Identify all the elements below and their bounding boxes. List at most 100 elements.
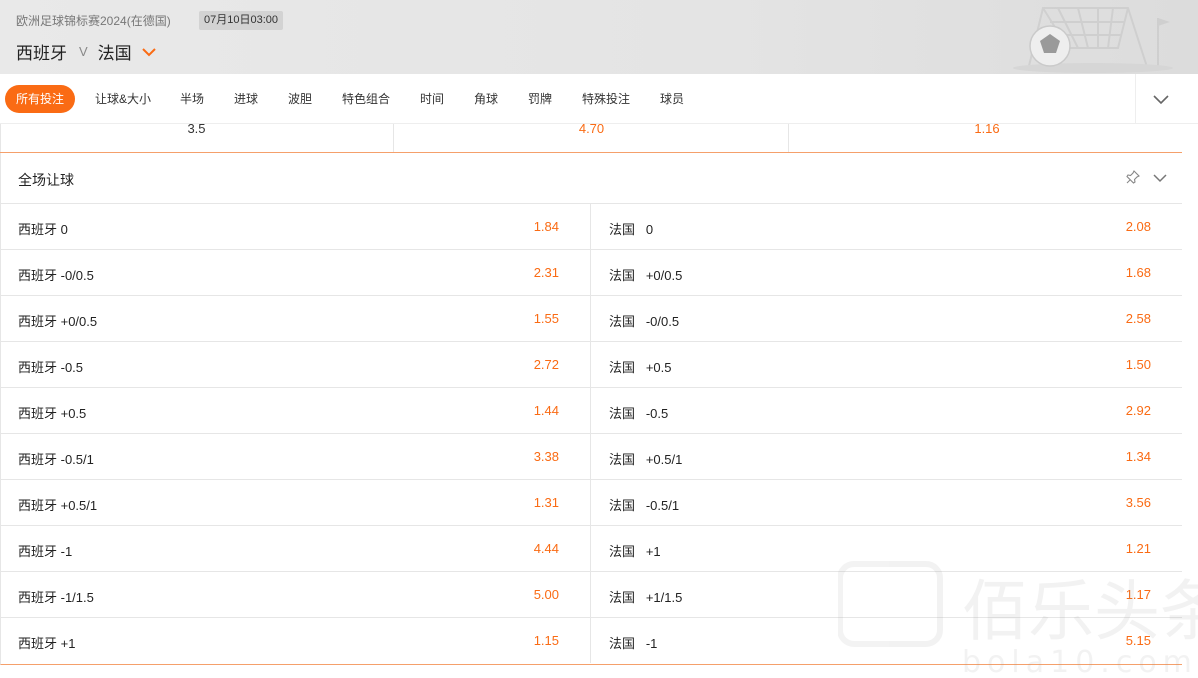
market-header[interactable]: 全场让球 [1,153,1182,204]
bet-option-away[interactable]: 法国 0 2.08 [592,204,1182,249]
selection-label: 法国 +0.5 [609,360,672,375]
bet-option-away[interactable]: 法国 -0/0.5 2.58 [592,296,1182,341]
bet-option-home[interactable]: 西班牙 -1/1.5 5.00 [1,572,591,617]
selection-label: 法国 -0/0.5 [609,314,680,329]
bet-option-away[interactable]: 法国 -1 5.15 [592,618,1182,663]
selection-label: 西班牙 -1 [18,544,73,559]
odd-value: 3.38 [533,449,559,464]
tabs-expand-button[interactable] [1135,74,1185,124]
odd-value: 1.50 [1125,357,1151,372]
selection-label: 西班牙 -0.5 [18,360,84,375]
bet-option-away[interactable]: 法国 +0/0.5 1.68 [592,250,1182,295]
chevron-down-icon [1152,95,1169,105]
table-row: 西班牙 +1 1.15 法国 -1 5.15 [1,618,1182,664]
selection-label: 法国 -0.5/1 [609,498,680,513]
table-row: 西班牙 +0/0.5 1.55 法国 -0/0.5 2.58 [1,296,1182,342]
selection-label: 西班牙 +0/0.5 [18,314,98,329]
tab-special-bets[interactable]: 特殊投注 [582,85,630,113]
odd-value: 1.68 [1125,265,1151,280]
match-title[interactable]: 西班牙 V 法国 [16,39,156,64]
bet-option-home[interactable]: 西班牙 +0.5 1.44 [1,388,591,433]
bet-option-home[interactable]: 西班牙 0 1.84 [1,204,591,249]
table-row: 西班牙 -0.5/1 3.38 法国 +0.5/1 1.34 [1,434,1182,480]
football-goal-illustration [1013,7,1173,73]
odd-value: 1.31 [533,495,559,510]
bet-option-away[interactable]: 法国 +1 1.21 [592,526,1182,571]
previous-odd-button[interactable]: 4.70 [395,122,789,152]
odd-value: 1.84 [533,219,559,234]
bet-option-home[interactable]: 西班牙 -1 4.44 [1,526,591,571]
odd-value: 2.92 [1125,403,1151,418]
tab-players[interactable]: 球员 [660,85,684,113]
table-row: 西班牙 +0.5 1.44 法国 -0.5 2.92 [1,388,1182,434]
tab-handicap-overunder[interactable]: 让球&大小 [95,85,151,113]
previous-line-value: 3.5 [0,122,394,152]
odd-value: 1.34 [1125,449,1151,464]
selection-label: 西班牙 +0.5 [18,406,87,421]
selection-label: 西班牙 -0.5/1 [18,452,94,467]
odd-value: 2.72 [533,357,559,372]
odd-value: 1.44 [533,403,559,418]
tab-cards[interactable]: 罚牌 [528,85,552,113]
tab-corners[interactable]: 角球 [474,85,498,113]
odd-value: 3.56 [1125,495,1151,510]
odd-value: 1.21 [1125,541,1151,556]
previous-market-row: 3.5 4.70 1.16 [0,122,1184,153]
pin-icon[interactable] [1125,169,1141,185]
tab-half-time[interactable]: 半场 [180,85,204,113]
tab-goals[interactable]: 进球 [234,85,258,113]
tab-correct-score[interactable]: 波胆 [288,85,312,113]
chevron-down-icon[interactable] [1152,170,1168,186]
tab-all-bets[interactable]: 所有投注 [5,85,76,113]
odd-value: 1.17 [1125,587,1151,602]
match-header: 欧洲足球锦标赛2024(在德国) 07月10日03:00 西班牙 V 法国 [0,0,1198,74]
league-name: 欧洲足球锦标赛2024(在德国) [16,14,171,28]
selection-label: 西班牙 -1/1.5 [18,590,94,605]
bet-option-away[interactable]: 法国 +1/1.5 1.17 [592,572,1182,617]
table-row: 西班牙 -0/0.5 2.31 法国 +0/0.5 1.68 [1,250,1182,296]
selection-label: 法国 +0/0.5 [609,268,683,283]
selection-label: 西班牙 +0.5/1 [18,498,98,513]
bet-option-away[interactable]: 法国 -0.5/1 3.56 [592,480,1182,525]
selection-label: 法国 +1/1.5 [609,590,683,605]
home-team: 西班牙 [16,44,67,63]
table-row: 西班牙 +0.5/1 1.31 法国 -0.5/1 3.56 [1,480,1182,526]
previous-odd-button[interactable]: 1.16 [790,122,1184,152]
market-title: 全场让球 [18,172,74,188]
odd-value: 4.44 [533,541,559,556]
selection-label: 西班牙 -0/0.5 [18,268,94,283]
table-row: 西班牙 -1 4.44 法国 +1 1.21 [1,526,1182,572]
away-team: 法国 [97,44,132,63]
odd-value: 5.00 [533,587,559,602]
bet-option-home[interactable]: 西班牙 -0.5/1 3.38 [1,434,591,479]
odd-value: 2.08 [1125,219,1151,234]
table-row: 西班牙 0 1.84 法国 0 2.08 [1,204,1182,250]
odd-value: 1.15 [533,633,559,648]
vs-label: V [79,44,88,59]
tab-time[interactable]: 时间 [420,85,444,113]
bet-option-home[interactable]: 西班牙 -0/0.5 2.31 [1,250,591,295]
bet-option-away[interactable]: 法国 +0.5/1 1.34 [592,434,1182,479]
bet-option-home[interactable]: 西班牙 +0.5/1 1.31 [1,480,591,525]
bet-option-home[interactable]: 西班牙 +0/0.5 1.55 [1,296,591,341]
odd-value: 2.31 [533,265,559,280]
selection-label: 法国 0 [609,222,654,237]
selection-label: 法国 -1 [609,636,658,651]
selection-label: 法国 +1 [609,544,661,559]
market-full-time-handicap: 全场让球 西班牙 0 1.84 法国 0 2.08 西班牙 -0/0.5 2.31 法… [0,153,1182,665]
bet-option-away[interactable]: 法国 +0.5 1.50 [592,342,1182,387]
bet-option-home[interactable]: 西班牙 -0.5 2.72 [1,342,591,387]
chevron-down-icon[interactable] [141,45,156,59]
tab-specials-combo[interactable]: 特色组合 [342,85,390,113]
selection-label: 西班牙 0 [18,222,68,237]
selection-label: 西班牙 +1 [18,636,76,651]
bet-category-tabs: 所有投注 让球&大小 半场 进球 波胆 特色组合 时间 角球 罚牌 特殊投注 球… [0,74,1198,124]
table-row: 西班牙 -1/1.5 5.00 法国 +1/1.5 1.17 [1,572,1182,618]
odd-value: 2.58 [1125,311,1151,326]
odd-value: 1.55 [533,311,559,326]
bet-option-away[interactable]: 法国 -0.5 2.92 [592,388,1182,433]
match-datetime: 07月10日03:00 [199,11,283,30]
handicap-rows: 西班牙 0 1.84 法国 0 2.08 西班牙 -0/0.5 2.31 法国 +0/… [1,204,1182,664]
odd-value: 5.15 [1125,633,1151,648]
bet-option-home[interactable]: 西班牙 +1 1.15 [1,618,591,663]
